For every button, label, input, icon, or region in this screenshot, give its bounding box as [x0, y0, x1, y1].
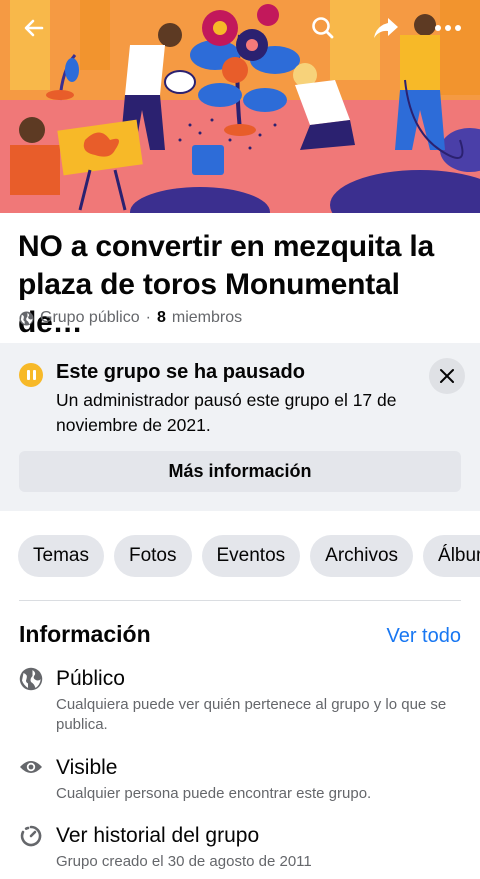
- paused-description: Un administrador pausó este grupo el 17 …: [56, 390, 397, 435]
- history-icon: [19, 824, 43, 848]
- tab-eventos[interactable]: Eventos: [201, 535, 301, 577]
- globe-icon: [19, 667, 43, 691]
- back-arrow-icon[interactable]: [14, 10, 54, 46]
- more-info-button[interactable]: Más información: [19, 451, 461, 492]
- info-heading: Información: [19, 621, 151, 647]
- group-meta: Grupo público · 8 miembros: [19, 309, 242, 327]
- group-tabs: Temas Fotos Eventos Archivos Álbumes: [18, 535, 480, 577]
- more-dots-icon[interactable]: [428, 10, 468, 46]
- member-count: 8: [156, 309, 166, 326]
- see-all-link[interactable]: Ver todo: [386, 622, 461, 650]
- info-description: Cualquier persona puede encontrar este g…: [56, 785, 372, 802]
- search-icon[interactable]: [303, 10, 343, 46]
- privacy-label: Grupo público: [40, 309, 140, 326]
- info-description: Grupo creado el 30 de agosto de 2011: [56, 853, 312, 870]
- tab-temas[interactable]: Temas: [18, 535, 104, 577]
- member-label: miembros: [171, 309, 243, 326]
- meta-separator: ·: [145, 309, 151, 326]
- info-title: Público: [56, 667, 125, 690]
- close-icon: [440, 369, 454, 383]
- close-button[interactable]: [429, 358, 465, 394]
- info-title: Ver historial del grupo: [56, 824, 260, 847]
- info-title: Visible: [56, 756, 118, 779]
- share-icon[interactable]: [366, 10, 406, 46]
- globe-small-icon: [19, 310, 34, 326]
- eye-icon: [19, 755, 43, 779]
- tab-albumes[interactable]: Álbumes: [423, 535, 480, 577]
- section-divider: [19, 600, 461, 601]
- cover-illustration: [0, 0, 480, 213]
- group-cover-image: [0, 0, 480, 213]
- tab-archivos[interactable]: Archivos: [310, 535, 414, 577]
- pause-icon: [19, 363, 43, 387]
- paused-title: Este grupo se ha pausado: [56, 361, 305, 383]
- tab-fotos[interactable]: Fotos: [113, 535, 192, 577]
- info-description: Cualquiera puede ver quién pertenece al …: [56, 696, 447, 733]
